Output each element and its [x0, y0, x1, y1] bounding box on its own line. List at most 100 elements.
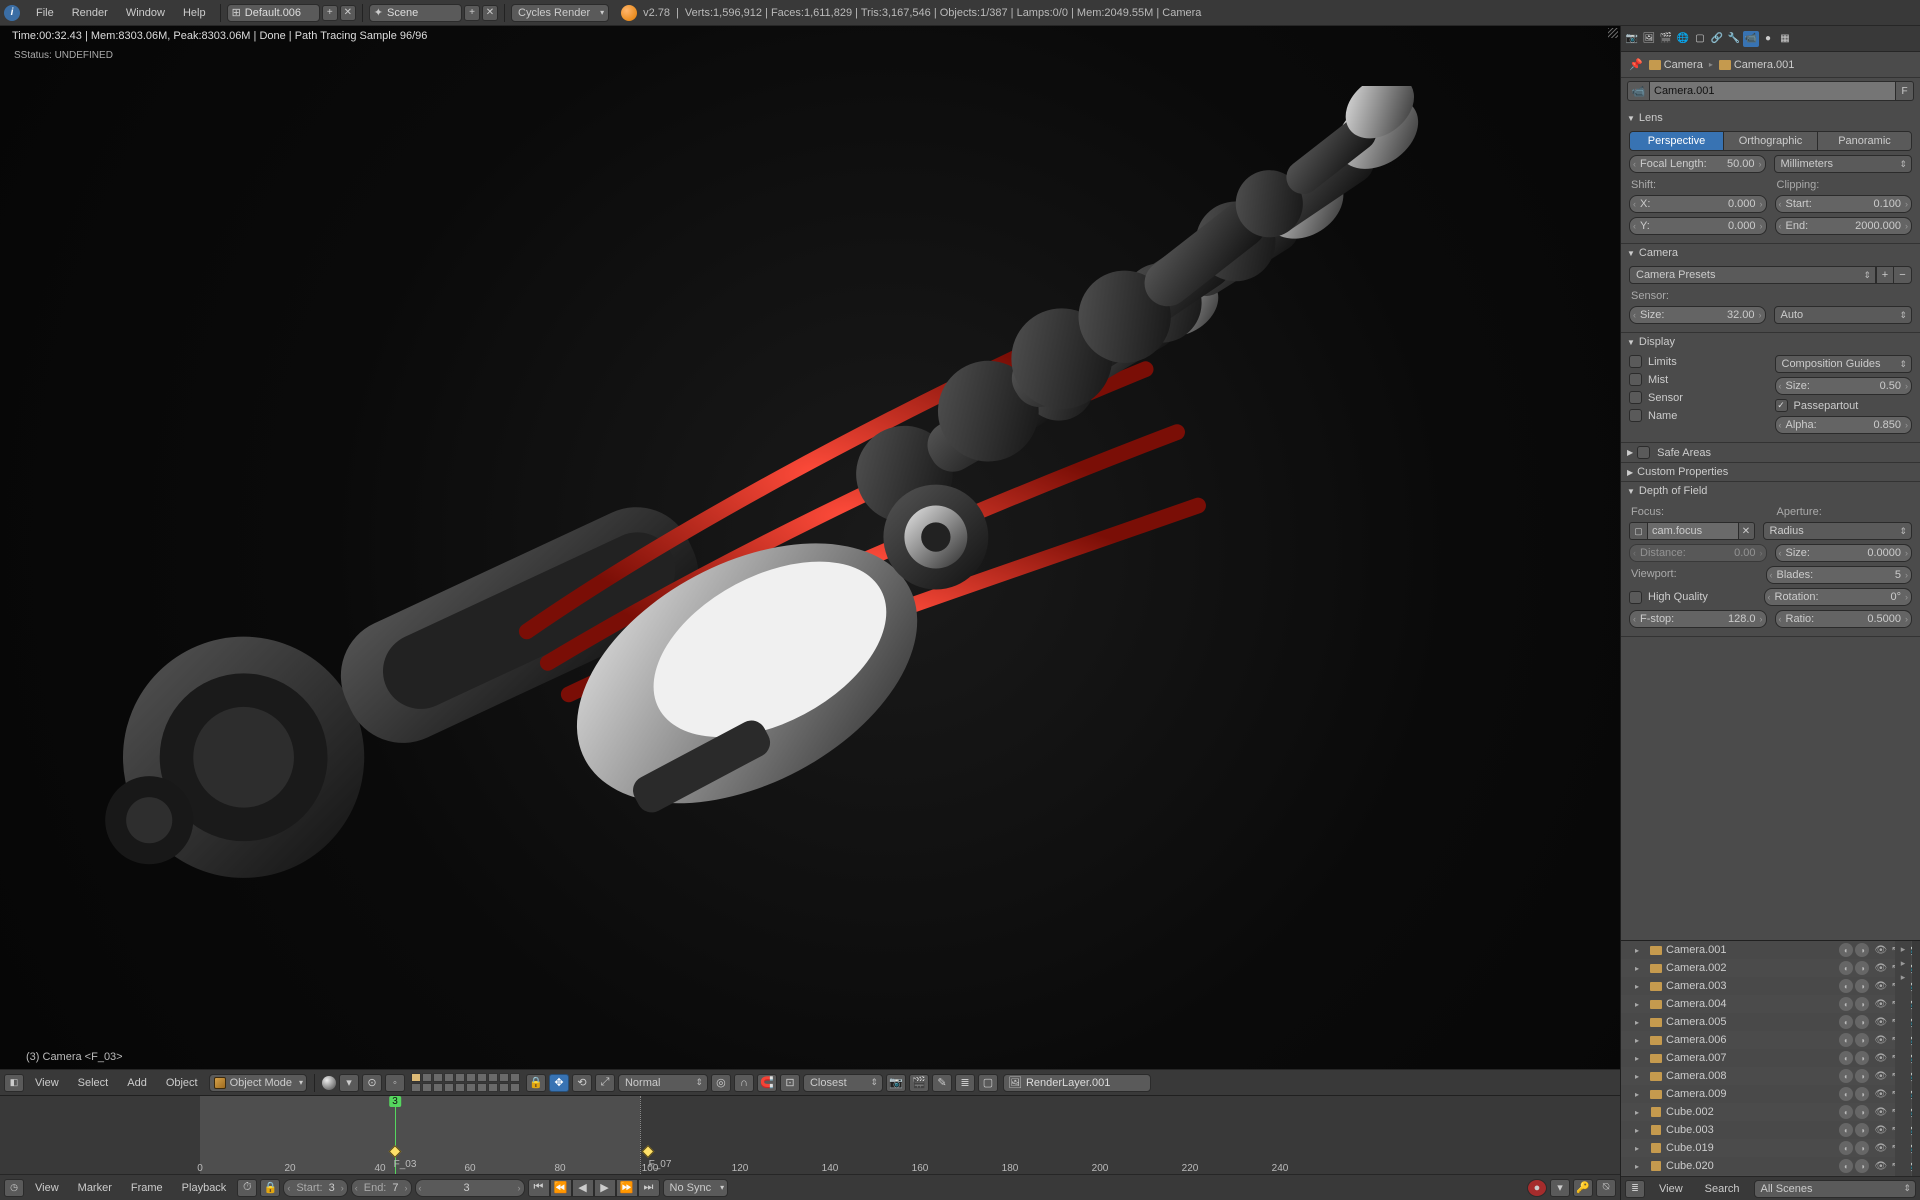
aperture-blades-field[interactable]: Blades:5	[1766, 566, 1913, 584]
expand-icon[interactable]: ▸	[1635, 1036, 1639, 1045]
manipulator-rotate[interactable]: ⟲	[572, 1074, 592, 1092]
panel-custom-properties-header[interactable]: ▶Custom Properties	[1621, 463, 1920, 481]
manipulator-toggle[interactable]: ✥	[549, 1074, 569, 1092]
layer-lock[interactable]: 🔒	[526, 1074, 546, 1092]
tab-perspective[interactable]: Perspective	[1630, 132, 1724, 150]
expand-icon[interactable]: ▸	[1635, 1072, 1639, 1081]
expand-icon[interactable]: ▸	[1635, 1018, 1639, 1027]
safe-areas-checkbox[interactable]	[1637, 446, 1650, 459]
screen-layout-name[interactable]	[245, 7, 315, 19]
timeline-canvas[interactable]: 3 F_03 F_07 0 20 40 60 80 100 120 140 16…	[0, 1096, 1620, 1174]
start-frame-field[interactable]: Start:3	[283, 1179, 347, 1197]
outliner-row[interactable]: ▸ Camera.002 ◐◑ 👁↖📷	[1621, 959, 1920, 977]
pivot-align[interactable]: ◦	[385, 1074, 405, 1092]
tab-orthographic[interactable]: Orthographic	[1724, 132, 1818, 150]
outliner-row[interactable]: ▸ Camera.007 ◐◑ 👁↖📷	[1621, 1049, 1920, 1067]
panel-display-header[interactable]: ▼Display	[1621, 333, 1920, 351]
aperture-rotation-field[interactable]: Rotation:0°	[1764, 588, 1913, 606]
tl-menu-frame[interactable]: Frame	[123, 1179, 171, 1197]
proportional-falloff[interactable]: ∩	[734, 1074, 754, 1092]
outliner-row[interactable]: ▸ Camera.009 ◐◑ 👁↖📷	[1621, 1085, 1920, 1103]
aperture-ratio-field[interactable]: Ratio:0.5000	[1775, 610, 1913, 628]
outliner-tree[interactable]: ▸ Camera.001 ◐◑ 👁↖📷▸ Camera.002 ◐◑ 👁↖📷 ▸ …	[1621, 941, 1920, 1176]
manipulator-scale[interactable]: ⤢	[595, 1074, 615, 1092]
expand-icon[interactable]: ▸	[1635, 964, 1639, 973]
opengl-render-image[interactable]: 📷	[886, 1074, 906, 1092]
layer-buttons[interactable]	[411, 1073, 520, 1092]
filter-icon[interactable]: ▸	[1897, 943, 1909, 955]
outliner-row[interactable]: ▸ Camera.005 ◐◑ 👁↖📷	[1621, 1013, 1920, 1031]
filter-icon[interactable]: ▸	[1897, 971, 1909, 983]
tab-modifiers-icon[interactable]: 🔧	[1726, 31, 1742, 47]
play-reverse-button[interactable]: ◀	[572, 1179, 594, 1197]
menu-file[interactable]: File	[28, 4, 62, 22]
pin-icon[interactable]: 📌	[1629, 58, 1643, 71]
outliner-menu-search[interactable]: Search	[1697, 1180, 1748, 1198]
panel-dof-header[interactable]: ▼Depth of Field	[1621, 482, 1920, 500]
render-engine-select[interactable]: Cycles Render	[511, 4, 609, 22]
outliner-scrollbar[interactable]	[1912, 941, 1920, 1176]
snap-target[interactable]: Closest	[803, 1074, 883, 1092]
keying-set-delete[interactable]: ⍉	[1596, 1179, 1616, 1197]
panel-camera-header[interactable]: ▼Camera	[1621, 244, 1920, 262]
sync-mode-select[interactable]: No Sync	[663, 1179, 729, 1197]
panel-lens-header[interactable]: ▼Lens	[1621, 109, 1920, 127]
add-scene-button[interactable]: +	[464, 5, 480, 21]
expand-icon[interactable]: ▸	[1635, 946, 1639, 955]
tab-constraints-icon[interactable]: 🔗	[1709, 31, 1725, 47]
vp-menu-view[interactable]: View	[27, 1074, 67, 1092]
tab-renderlayers-icon[interactable]: 🖼	[1641, 31, 1657, 47]
expand-icon[interactable]: ▸	[1635, 1000, 1639, 1009]
tab-material-icon[interactable]: ●	[1760, 31, 1776, 47]
use-preview-range[interactable]: ⏱	[237, 1179, 257, 1197]
current-frame-field[interactable]: 3	[415, 1179, 525, 1197]
transform-orientation[interactable]: Normal	[618, 1074, 708, 1092]
scene-field[interactable]: ✦	[369, 4, 462, 22]
keying-set-insert[interactable]: 🔑	[1573, 1179, 1593, 1197]
outliner-row[interactable]: ▸ Cube.003 ◐◑ 👁↖📷	[1621, 1121, 1920, 1139]
screen-layout-field[interactable]: ⊞	[227, 4, 320, 22]
camera-presets-select[interactable]: Camera Presets	[1629, 266, 1876, 284]
expand-icon[interactable]: ▸	[1635, 1126, 1639, 1135]
expand-icon[interactable]: ▸	[1635, 1162, 1639, 1171]
aperture-type-select[interactable]: Radius	[1763, 522, 1913, 540]
delete-scene-button[interactable]: ✕	[482, 5, 498, 21]
passepartout-checkbox[interactable]: Passepartout	[1775, 399, 1913, 412]
tl-menu-view[interactable]: View	[27, 1179, 67, 1197]
editor-type-icon[interactable]: ≣	[1625, 1180, 1645, 1198]
panel-safe-areas-header[interactable]: ▶Safe Areas	[1621, 443, 1920, 462]
render-layer-name[interactable]	[1026, 1077, 1146, 1089]
outliner-row[interactable]: ▸ Camera.004 ◐◑ 👁↖📷	[1621, 995, 1920, 1013]
gpencil-layers[interactable]: ≣	[955, 1074, 975, 1092]
breadcrumb-object[interactable]: Camera	[1649, 59, 1703, 71]
menu-help[interactable]: Help	[175, 4, 214, 22]
outliner-row[interactable]: ▸ Camera.006 ◐◑ 👁↖📷	[1621, 1031, 1920, 1049]
add-layout-button[interactable]: +	[322, 5, 338, 21]
outliner-display-mode[interactable]: All Scenes	[1754, 1180, 1916, 1198]
expand-icon[interactable]: ▸	[1635, 982, 1639, 991]
opengl-render-anim[interactable]: 🎬	[909, 1074, 929, 1092]
sensor-size-field[interactable]: Size:32.00	[1629, 306, 1766, 324]
shift-y-field[interactable]: Y:0.000	[1629, 217, 1767, 235]
gpencil-toggle[interactable]: ✎	[932, 1074, 952, 1092]
snap-element[interactable]: ⊡	[780, 1074, 800, 1092]
render-layer-field[interactable]: 🖼	[1003, 1074, 1151, 1092]
snap-toggle[interactable]: 🧲	[757, 1074, 777, 1092]
outliner-row[interactable]: ▸ Camera.001 ◐◑ 👁↖📷	[1621, 941, 1920, 959]
sensor-fit-select[interactable]: Auto	[1774, 306, 1913, 324]
tab-object-icon[interactable]: ▢	[1692, 31, 1708, 47]
clip-start-field[interactable]: Start:0.100	[1775, 195, 1913, 213]
tab-panoramic[interactable]: Panoramic	[1818, 132, 1911, 150]
expand-icon[interactable]: ▸	[1635, 1108, 1639, 1117]
datablock-name-input[interactable]	[1649, 81, 1896, 101]
shading-dropdown[interactable]: ▾	[339, 1074, 359, 1092]
info-icon[interactable]: i	[4, 5, 20, 21]
shift-x-field[interactable]: X:0.000	[1629, 195, 1767, 213]
vp-menu-add[interactable]: Add	[119, 1074, 155, 1092]
tab-render-icon[interactable]: 📷	[1624, 31, 1640, 47]
focal-length-field[interactable]: Focal Length:50.00	[1629, 155, 1766, 173]
viewport-fstop-field[interactable]: F-stop:128.0	[1629, 610, 1767, 628]
lens-unit-select[interactable]: Millimeters	[1774, 155, 1913, 173]
expand-icon[interactable]: ▸	[1635, 1090, 1639, 1099]
proportional-edit[interactable]: ◎	[711, 1074, 731, 1092]
